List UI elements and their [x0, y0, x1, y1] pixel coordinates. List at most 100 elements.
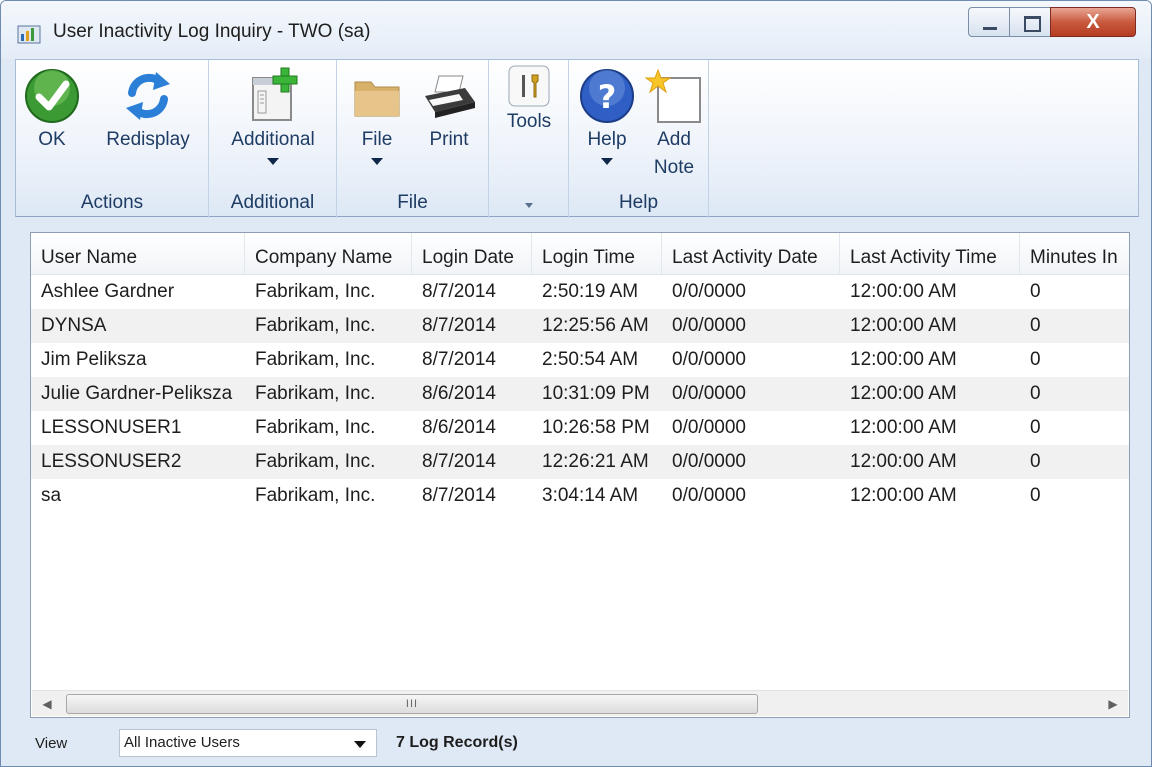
- cell-login-time: 10:26:58 PM: [542, 417, 650, 438]
- horizontal-scrollbar[interactable]: ◀ III ▶: [32, 690, 1128, 716]
- chevron-down-icon[interactable]: [354, 741, 366, 748]
- additional-window-icon: [252, 67, 298, 121]
- file-dropdown-caret-icon: [371, 158, 383, 165]
- add-note-icon: [644, 68, 701, 123]
- title-bar: User Inactivity Log Inquiry - TWO (sa) X: [1, 1, 1151, 59]
- help-group-label: Help: [618, 192, 659, 213]
- refresh-icon: [126, 72, 170, 120]
- file-label: File: [361, 129, 393, 150]
- column-header-login-date[interactable]: Login Date: [412, 233, 532, 274]
- table-row[interactable]: Jim Peliksza Fabrikam, Inc. 8/7/2014 2:5…: [31, 343, 1129, 377]
- scroll-right-arrow-icon[interactable]: ▶: [1100, 691, 1126, 717]
- view-select[interactable]: All Inactive Users: [119, 729, 377, 757]
- cell-minutes-inactive: 0: [1030, 417, 1041, 438]
- scrollbar-thumb[interactable]: III: [66, 694, 758, 714]
- cell-company-name: Fabrikam, Inc.: [255, 349, 376, 370]
- help-label: Help: [587, 129, 627, 150]
- cell-company-name: Fabrikam, Inc.: [255, 417, 376, 438]
- printer-icon: [425, 75, 475, 118]
- print-label: Print: [429, 129, 469, 150]
- ok-label: OK: [38, 129, 66, 150]
- cell-login-date: 8/7/2014: [422, 451, 496, 472]
- help-button[interactable]: ? Help: [575, 66, 639, 165]
- cell-company-name: Fabrikam, Inc.: [255, 315, 376, 336]
- cell-login-time: 12:26:21 AM: [542, 451, 649, 472]
- cell-minutes-inactive: 0: [1030, 383, 1041, 404]
- cell-last-activity-time: 12:00:00 AM: [850, 383, 957, 404]
- column-header-company-name[interactable]: Company Name: [245, 233, 412, 274]
- table-row[interactable]: LESSONUSER1 Fabrikam, Inc. 8/6/2014 10:2…: [31, 411, 1129, 445]
- table-row[interactable]: Julie Gardner-Peliksza Fabrikam, Inc. 8/…: [31, 377, 1129, 411]
- table-row[interactable]: LESSONUSER2 Fabrikam, Inc. 8/7/2014 12:2…: [31, 445, 1129, 479]
- file-button[interactable]: File: [345, 66, 409, 165]
- view-label: View: [35, 735, 68, 752]
- add-note-label-line2: Note: [653, 157, 695, 178]
- cell-login-time: 12:25:56 AM: [542, 315, 649, 336]
- cell-last-activity-time: 12:00:00 AM: [850, 281, 957, 302]
- cell-login-date: 8/6/2014: [422, 417, 496, 438]
- cell-login-date: 8/7/2014: [422, 485, 496, 506]
- cell-minutes-inactive: 0: [1030, 349, 1041, 370]
- cell-user-name: Ashlee Gardner: [41, 281, 175, 302]
- cell-login-date: 8/7/2014: [422, 315, 496, 336]
- cell-last-activity-date: 0/0/0000: [672, 315, 746, 336]
- status-bar: View All Inactive Users 7 Log Record(s): [15, 721, 1139, 761]
- ribbon-group-additional: Additional Additional: [209, 60, 337, 218]
- redisplay-label: Redisplay: [106, 129, 190, 150]
- scroll-left-arrow-icon[interactable]: ◀: [34, 691, 60, 717]
- cell-user-name: LESSONUSER2: [41, 451, 182, 472]
- cell-last-activity-date: 0/0/0000: [672, 383, 746, 404]
- cell-login-date: 8/7/2014: [422, 281, 496, 302]
- window-title: User Inactivity Log Inquiry - TWO (sa): [53, 21, 371, 42]
- column-header-last-activity-time[interactable]: Last Activity Time: [840, 233, 1020, 274]
- cell-last-activity-time: 12:00:00 AM: [850, 315, 957, 336]
- tools-button[interactable]: Tools: [495, 64, 563, 136]
- cell-login-time: 2:50:54 AM: [542, 349, 639, 370]
- ribbon-group-actions: OK Redisplay Actions: [16, 60, 209, 218]
- cell-company-name: Fabrikam, Inc.: [255, 281, 376, 302]
- additional-group-label: Additional: [230, 192, 315, 213]
- add-note-label-line1: Add: [657, 129, 691, 150]
- inquiry-window: User Inactivity Log Inquiry - TWO (sa) X…: [0, 0, 1152, 767]
- cell-last-activity-time: 12:00:00 AM: [850, 349, 957, 370]
- help-icon: ?: [580, 69, 634, 123]
- tools-icon: [508, 65, 550, 107]
- table-row[interactable]: DYNSA Fabrikam, Inc. 8/7/2014 12:25:56 A…: [31, 309, 1129, 343]
- cell-minutes-inactive: 0: [1030, 451, 1041, 472]
- column-header-minutes-inactive[interactable]: Minutes In: [1020, 233, 1129, 274]
- tools-group-expand-icon[interactable]: [524, 203, 533, 208]
- cell-company-name: Fabrikam, Inc.: [255, 451, 376, 472]
- cell-login-time: 3:04:14 AM: [542, 485, 639, 506]
- additional-button[interactable]: Additional: [215, 66, 331, 165]
- ribbon: OK Redisplay Actions Additional Addition…: [15, 59, 1139, 218]
- add-note-button[interactable]: Add Note: [641, 66, 707, 182]
- cell-minutes-inactive: 0: [1030, 315, 1041, 336]
- cell-login-date: 8/7/2014: [422, 349, 496, 370]
- column-header-login-time[interactable]: Login Time: [532, 233, 662, 274]
- log-grid: User Name Company Name Login Date Login …: [30, 232, 1130, 718]
- ribbon-group-file: File Print File: [337, 60, 489, 218]
- maximize-button[interactable]: [1009, 7, 1051, 37]
- table-row[interactable]: Ashlee Gardner Fabrikam, Inc. 8/7/2014 2…: [31, 275, 1129, 309]
- cell-last-activity-date: 0/0/0000: [672, 417, 746, 438]
- column-header-last-activity-date[interactable]: Last Activity Date: [662, 233, 840, 274]
- cell-minutes-inactive: 0: [1030, 281, 1041, 302]
- table-row[interactable]: sa Fabrikam, Inc. 8/7/2014 3:04:14 AM 0/…: [31, 479, 1129, 513]
- actions-group-label: Actions: [80, 192, 144, 213]
- cell-login-date: 8/6/2014: [422, 383, 496, 404]
- cell-last-activity-date: 0/0/0000: [672, 281, 746, 302]
- view-select-value: All Inactive Users: [124, 734, 240, 751]
- column-header-user-name[interactable]: User Name: [31, 233, 245, 274]
- cell-last-activity-date: 0/0/0000: [672, 349, 746, 370]
- redisplay-button[interactable]: Redisplay: [96, 66, 200, 154]
- ribbon-group-tools: Tools: [489, 60, 569, 218]
- cell-company-name: Fabrikam, Inc.: [255, 383, 376, 404]
- cell-user-name: DYNSA: [41, 315, 107, 336]
- additional-label: Additional: [231, 129, 315, 150]
- minimize-button[interactable]: [968, 7, 1010, 37]
- close-button[interactable]: X: [1050, 7, 1136, 37]
- cell-company-name: Fabrikam, Inc.: [255, 485, 376, 506]
- ok-check-icon: [25, 69, 79, 123]
- print-button[interactable]: Print: [415, 66, 483, 154]
- ok-button[interactable]: OK: [20, 66, 84, 154]
